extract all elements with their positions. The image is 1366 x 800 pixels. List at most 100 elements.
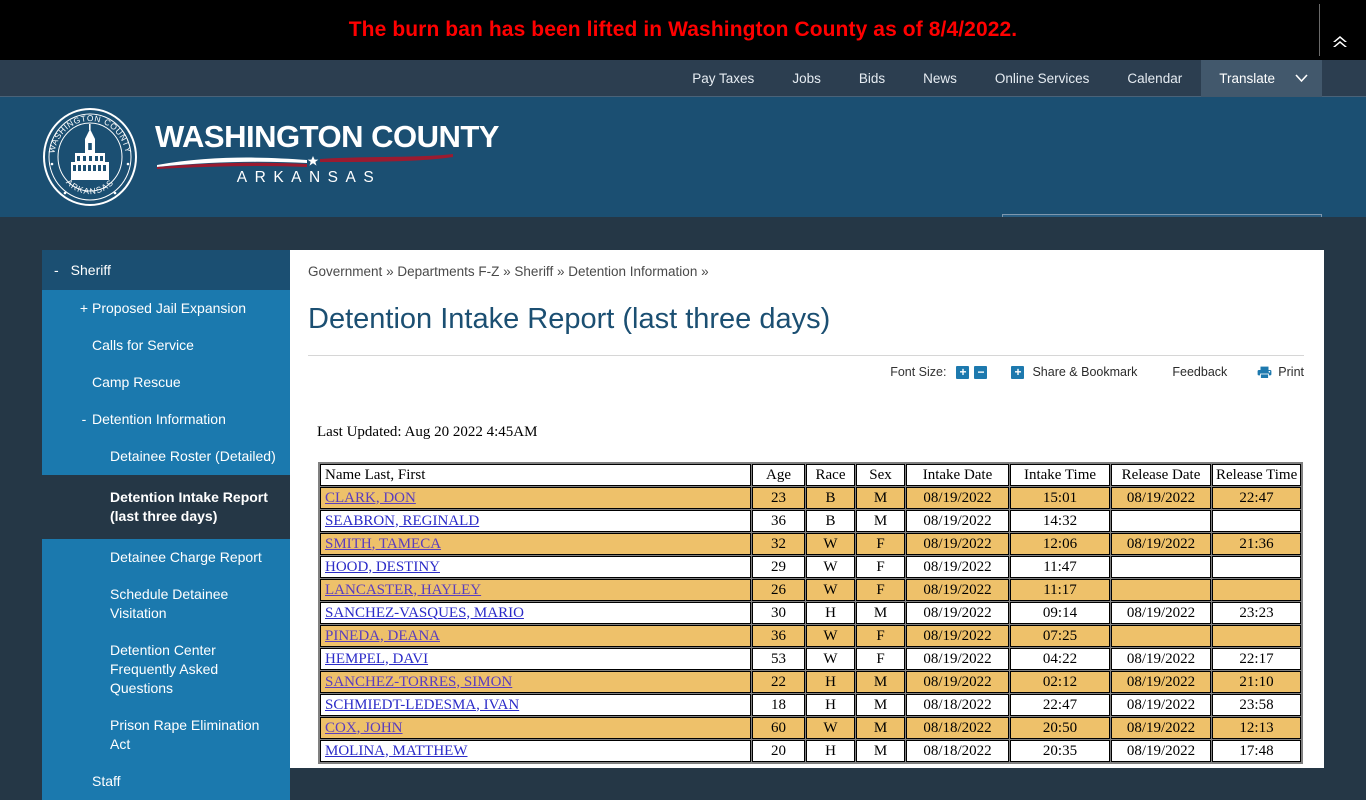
breadcrumb-separator: » <box>556 264 565 279</box>
county-seal-logo[interactable]: 1828 WASHINGTON COUNTY ARKANSAS <box>40 107 140 207</box>
detainee-name-link[interactable]: SMITH, TAMECA <box>325 536 441 552</box>
sidebar-item-detainee-roster-detailed[interactable]: Detainee Roster (Detailed) <box>42 438 290 475</box>
cell-name: MOLINA, MATTHEW <box>320 740 751 762</box>
font-decrease-icon[interactable]: − <box>974 365 988 379</box>
expand-toggle-icon[interactable]: + <box>76 299 92 318</box>
utility-link-online-services[interactable]: Online Services <box>976 60 1109 97</box>
cell-sex: F <box>856 556 905 578</box>
share-bookmark-label[interactable]: Share & Bookmark <box>1032 365 1137 379</box>
utility-link-jobs[interactable]: Jobs <box>773 60 840 97</box>
cell-sex: M <box>856 602 905 624</box>
sidebar-item-label: Detention Information <box>92 411 226 427</box>
detainee-name-link[interactable]: SANCHEZ-TORRES, SIMON <box>325 674 512 690</box>
sidebar-item-schedule-detainee-visitation[interactable]: Schedule Detainee Visitation <box>42 576 290 632</box>
sidebar-item-staff[interactable]: Staff <box>42 763 290 800</box>
utility-link-pay-taxes[interactable]: Pay Taxes <box>673 60 773 97</box>
sidebar-item-detention-information[interactable]: - Detention Information <box>42 401 290 438</box>
breadcrumb-item-departments-f-z[interactable]: Departments F-Z <box>397 264 499 279</box>
column-header-race: Race <box>806 464 855 486</box>
utility-link-bids[interactable]: Bids <box>840 60 904 97</box>
cell-age: 20 <box>752 740 805 762</box>
cell-intake-date: 08/19/2022 <box>906 556 1009 578</box>
table-row: SCHMIEDT-LEDESMA, IVAN 18 H M 08/18/2022 22:… <box>320 694 1301 716</box>
page-title: Detention Intake Report (last three days… <box>308 303 831 335</box>
detainee-name-link[interactable]: MOLINA, MATTHEW <box>325 743 467 759</box>
sidebar-item-label: Prison Rape Elimination Act <box>110 717 260 752</box>
alert-message: The burn ban has been lifted in Washingt… <box>348 18 1018 41</box>
cell-release-date <box>1111 625 1211 647</box>
cell-intake-date: 08/19/2022 <box>906 625 1009 647</box>
svg-text:1828: 1828 <box>84 176 95 182</box>
cell-sex: F <box>856 579 905 601</box>
sidebar-item-proposed-jail-expansion[interactable]: + Proposed Jail Expansion <box>42 290 290 327</box>
font-size-control: Font Size: + − <box>890 365 988 379</box>
detainee-name-link[interactable]: HEMPEL, DAVI <box>325 651 428 667</box>
detainee-name-link[interactable]: SEABRON, REGINALD <box>325 513 479 529</box>
detainee-name-link[interactable]: COX, JOHN <box>325 720 403 736</box>
printer-icon[interactable] <box>1257 366 1272 379</box>
cell-race: W <box>806 556 855 578</box>
detainee-name-link[interactable]: HOOD, DESTINY <box>325 559 440 575</box>
sidebar-item-detainee-charge-report[interactable]: Detainee Charge Report <box>42 539 290 576</box>
title-divider <box>308 355 1304 356</box>
collapse-toggle-icon[interactable]: - <box>76 410 92 429</box>
feedback-link[interactable]: Feedback <box>1172 365 1227 379</box>
cell-release-time: 22:47 <box>1212 487 1301 509</box>
cell-age: 36 <box>752 625 805 647</box>
breadcrumb-item-government[interactable]: Government <box>308 264 382 279</box>
cell-intake-date: 08/19/2022 <box>906 533 1009 555</box>
share-bookmark-control[interactable]: + Share & Bookmark <box>1011 365 1137 379</box>
utility-link-news[interactable]: News <box>904 60 976 97</box>
breadcrumb-item-detention-information[interactable]: Detention Information <box>568 264 697 279</box>
share-plus-icon[interactable]: + <box>1011 365 1025 379</box>
cell-release-date: 08/19/2022 <box>1111 671 1211 693</box>
sidebar-item-detention-intake-report[interactable]: Detention Intake Report (last three days… <box>42 479 290 535</box>
column-header-age: Age <box>752 464 805 486</box>
breadcrumb-separator: » <box>503 264 511 279</box>
cell-age: 29 <box>752 556 805 578</box>
sidebar-item-label: Calls for Service <box>92 337 194 353</box>
sidebar-item-label: Detention Center Frequently Asked Questi… <box>110 642 219 696</box>
cell-release-date <box>1111 579 1211 601</box>
cell-intake-time: 11:47 <box>1010 556 1110 578</box>
sidebar-item-detention-center-faq[interactable]: Detention Center Frequently Asked Questi… <box>42 632 290 707</box>
cell-intake-date: 08/19/2022 <box>906 602 1009 624</box>
section-sidebar: - Sheriff + Proposed Jail Expansion Call… <box>42 250 290 800</box>
collapse-toggle-icon[interactable]: - <box>54 262 59 278</box>
sidebar-item-label: Detainee Charge Report <box>110 549 262 565</box>
table-row: HOOD, DESTINY 29 W F 08/19/2022 11:47 <box>320 556 1301 578</box>
table-header-row: Name Last, First Age Race Sex Intake Dat… <box>320 464 1301 486</box>
cell-release-date: 08/19/2022 <box>1111 694 1211 716</box>
utility-link-calendar[interactable]: Calendar <box>1108 60 1201 97</box>
detainee-name-link[interactable]: SANCHEZ-VASQUES, MARIO <box>325 605 524 621</box>
print-control[interactable]: Print <box>1257 365 1304 379</box>
breadcrumb-item-sheriff[interactable]: Sheriff <box>514 264 553 279</box>
sidebar-item-label: Sheriff <box>70 262 111 278</box>
detainee-name-link[interactable]: SCHMIEDT-LEDESMA, IVAN <box>325 697 519 713</box>
cell-release-date: 08/19/2022 <box>1111 487 1211 509</box>
detainee-name-link[interactable]: LANCASTER, HAYLEY <box>325 582 481 598</box>
print-label[interactable]: Print <box>1278 365 1304 379</box>
cell-name: SEABRON, REGINALD <box>320 510 751 532</box>
site-alert-banner: The burn ban has been lifted in Washingt… <box>0 0 1366 60</box>
chevron-double-up-icon[interactable] <box>1320 0 1360 60</box>
detainee-name-link[interactable]: PINEDA, DEANA <box>325 628 440 644</box>
cell-release-date <box>1111 510 1211 532</box>
cell-sex: M <box>856 717 905 739</box>
translate-dropdown[interactable]: Translate <box>1201 60 1322 97</box>
cell-release-time <box>1212 579 1301 601</box>
breadcrumb: Government » Departments F-Z » Sheriff »… <box>308 264 709 279</box>
detention-intake-table-wrapper: Name Last, First Age Race Sex Intake Dat… <box>318 462 1303 764</box>
font-increase-icon[interactable]: + <box>956 365 970 379</box>
sidebar-item-prison-rape-elimination-act[interactable]: Prison Rape Elimination Act <box>42 707 290 763</box>
cell-sex: F <box>856 533 905 555</box>
site-wordmark[interactable]: WASHINGTON COUNTY ARKANSAS <box>155 120 500 192</box>
sidebar-item-camp-rescue[interactable]: Camp Rescue <box>42 364 290 401</box>
sidebar-item-sheriff[interactable]: - Sheriff <box>42 250 290 290</box>
cell-race: W <box>806 533 855 555</box>
cell-age: 53 <box>752 648 805 670</box>
detainee-name-link[interactable]: CLARK, DON <box>325 490 416 506</box>
sidebar-item-calls-for-service[interactable]: Calls for Service <box>42 327 290 364</box>
site-masthead: 1828 WASHINGTON COUNTY ARKANSAS WASHINGT… <box>0 97 1366 311</box>
cell-intake-time: 07:25 <box>1010 625 1110 647</box>
